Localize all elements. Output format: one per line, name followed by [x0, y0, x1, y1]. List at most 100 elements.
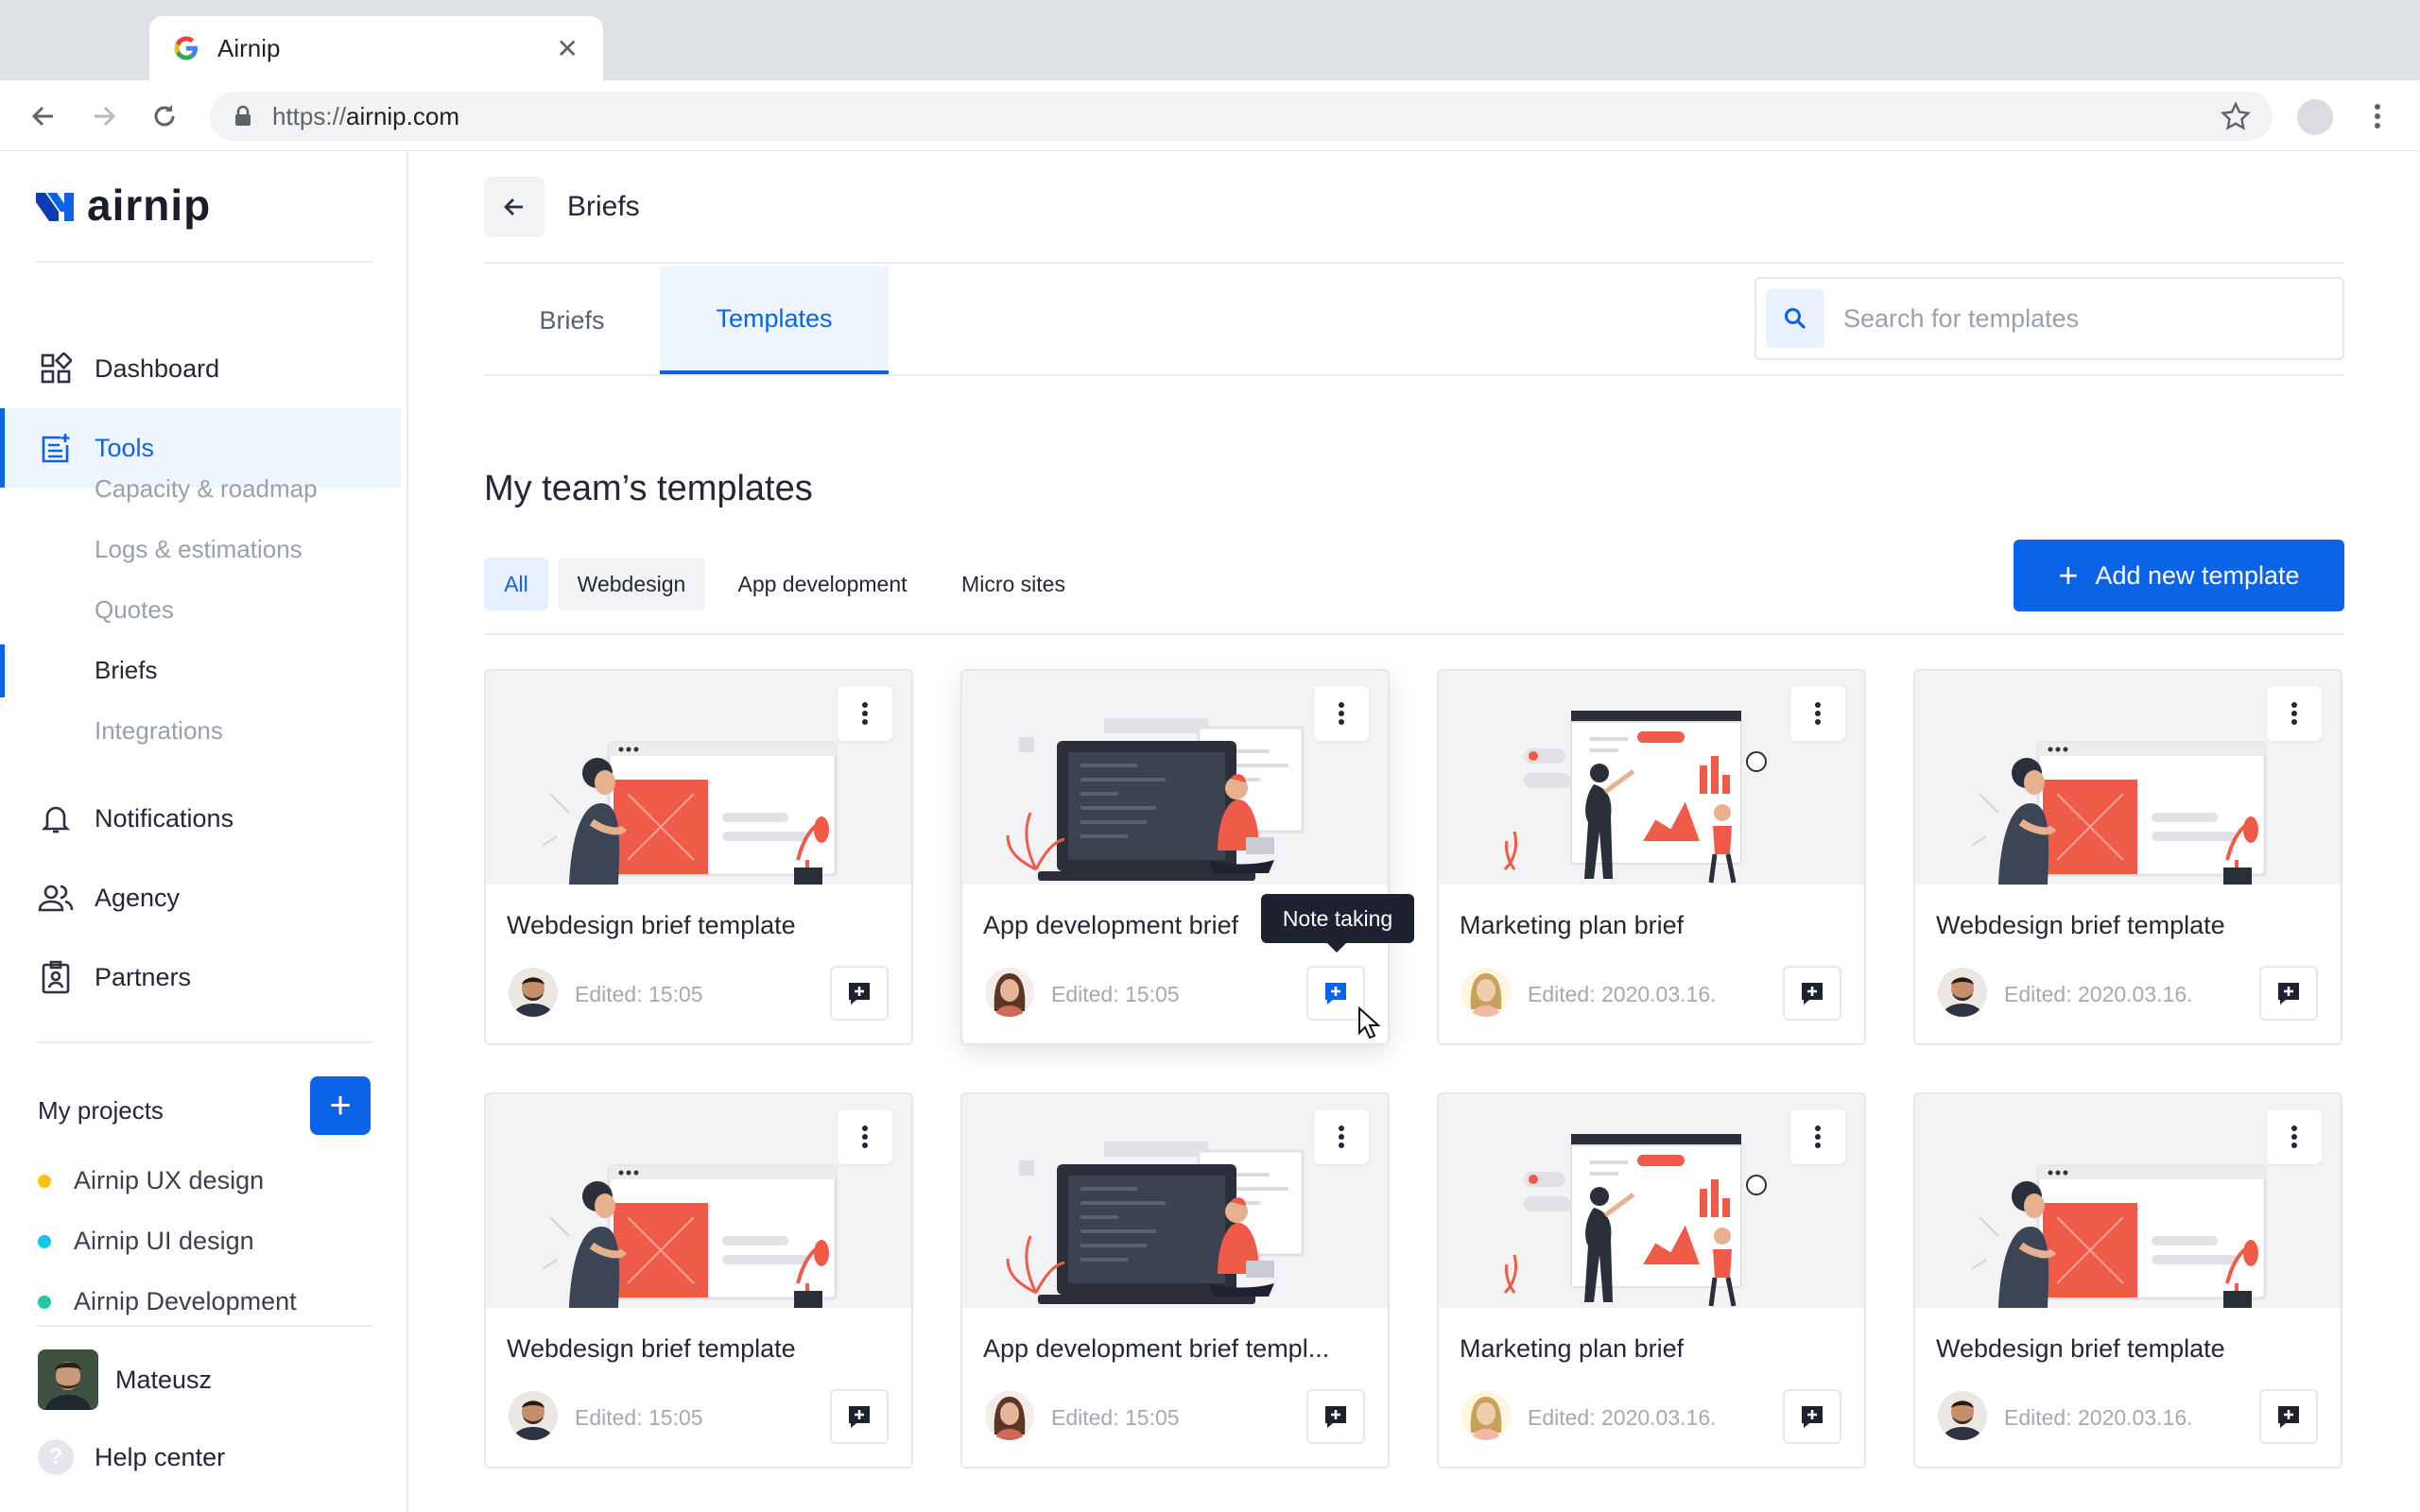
nav-label: Tools — [95, 433, 155, 462]
note-button[interactable] — [2259, 1389, 2318, 1444]
sidebar: airnip Dashboard Tools Capacity & roadma… — [0, 151, 408, 1512]
template-card[interactable]: Webdesign brief template Edited: 2020.03… — [1913, 1092, 2342, 1469]
sub-item-capacity[interactable]: Capacity & roadmap — [95, 474, 318, 504]
user-name: Mateusz — [115, 1365, 213, 1394]
add-note-icon — [1802, 1406, 1823, 1428]
tab-templates[interactable]: Templates — [660, 266, 889, 374]
edited-timestamp: Edited: 2020.03.16. — [2004, 1405, 2193, 1430]
browser-tab[interactable]: Airnip ✕ — [149, 16, 603, 80]
note-button[interactable] — [830, 966, 889, 1021]
more-vert-icon — [862, 702, 868, 725]
divider — [36, 261, 372, 263]
filter-all[interactable]: All — [484, 558, 548, 610]
user-profile[interactable]: Mateusz — [38, 1349, 212, 1410]
nav-label: Agency — [95, 883, 181, 912]
address-bar[interactable]: https://airnip.com — [210, 92, 2273, 141]
note-button[interactable] — [1783, 966, 1841, 1021]
project-item[interactable]: Airnip UI design — [38, 1227, 254, 1256]
card-menu-button[interactable] — [1790, 686, 1845, 741]
card-menu-button[interactable] — [838, 686, 892, 741]
filter-app-development[interactable]: App development — [718, 558, 926, 610]
help-label: Help center — [95, 1442, 226, 1471]
project-label: Airnip UI design — [74, 1227, 254, 1255]
close-icon[interactable]: ✕ — [557, 33, 579, 64]
section-title: My team’s templates — [484, 469, 813, 508]
logo-text: airnip — [87, 180, 212, 230]
template-title: Webdesign brief template — [1936, 911, 2225, 939]
template-card[interactable]: App development brief Edited: 15:05 — [960, 669, 1390, 1045]
card-menu-button[interactable] — [2267, 686, 2322, 741]
avatar — [1461, 1391, 1511, 1440]
note-button[interactable] — [1306, 1389, 1365, 1444]
note-button[interactable] — [1783, 1389, 1841, 1444]
search-input[interactable] — [1843, 303, 2316, 334]
sub-item-quotes[interactable]: Quotes — [95, 595, 174, 625]
template-card[interactable]: Webdesign brief template Edited: 15:05 — [484, 1092, 913, 1469]
template-card[interactable]: Marketing plan brief Edited: 2020.03.16. — [1437, 1092, 1866, 1469]
card-menu-button[interactable] — [1790, 1109, 1845, 1164]
note-button[interactable] — [830, 1389, 889, 1444]
profile-avatar[interactable] — [2297, 99, 2333, 135]
project-color-dot — [38, 1234, 51, 1248]
back-arrow-icon[interactable] — [23, 95, 64, 137]
card-menu-button[interactable] — [838, 1109, 892, 1164]
card-menu-button[interactable] — [1314, 686, 1369, 741]
more-vert-icon[interactable] — [2363, 97, 2392, 135]
nav-label: Notifications — [95, 803, 234, 833]
project-color-dot — [38, 1295, 51, 1309]
card-menu-button[interactable] — [2267, 1109, 2322, 1164]
sub-item-briefs[interactable]: Briefs — [95, 656, 157, 685]
card-menu-button[interactable] — [1314, 1109, 1369, 1164]
grid-icon — [38, 351, 74, 387]
logo[interactable]: airnip — [36, 180, 211, 231]
template-card[interactable]: Marketing plan brief Edited: 2020.03.16. — [1437, 669, 1866, 1045]
star-icon[interactable] — [2220, 100, 2252, 132]
airnip-logo-icon — [36, 193, 74, 221]
search-box[interactable] — [1754, 277, 2344, 360]
lock-icon — [235, 105, 251, 126]
filter-micro-sites[interactable]: Micro sites — [942, 558, 1085, 610]
template-card[interactable]: Webdesign brief template Edited: 15:05 — [484, 669, 913, 1045]
badge-icon — [38, 959, 74, 995]
project-item[interactable]: Airnip UX design — [38, 1166, 264, 1195]
template-title: Webdesign brief template — [1936, 1334, 2225, 1363]
filter-webdesign[interactable]: Webdesign — [558, 558, 705, 610]
nav-dashboard[interactable]: Dashboard — [0, 329, 401, 408]
tools-icon — [38, 430, 74, 466]
add-note-icon — [2278, 983, 2299, 1005]
note-button[interactable] — [2259, 966, 2318, 1021]
reload-icon[interactable] — [144, 95, 185, 137]
tab-briefs[interactable]: Briefs — [484, 266, 660, 374]
help-center-link[interactable]: ? Help center — [38, 1439, 225, 1475]
bell-icon — [38, 800, 74, 836]
nav-notifications[interactable]: Notifications — [0, 779, 401, 858]
project-item[interactable]: Airnip Development — [38, 1287, 297, 1316]
sub-item-logs[interactable]: Logs & estimations — [95, 535, 302, 564]
avatar — [509, 968, 558, 1017]
back-arrow-icon — [504, 198, 523, 215]
projects-heading: My projects — [38, 1096, 164, 1125]
help-icon: ? — [38, 1439, 74, 1475]
edited-timestamp: Edited: 15:05 — [1051, 1405, 1180, 1430]
back-button[interactable] — [484, 177, 544, 237]
add-new-template-button[interactable]: + Add new template — [2014, 540, 2344, 611]
forward-arrow-icon[interactable] — [83, 95, 125, 137]
avatar — [509, 1391, 558, 1440]
sub-item-integrations[interactable]: Integrations — [95, 716, 223, 746]
mouse-cursor-icon — [1358, 1006, 1381, 1040]
add-note-icon — [1325, 983, 1346, 1005]
google-icon — [174, 36, 198, 60]
template-card[interactable]: Webdesign brief template Edited: 2020.03… — [1913, 669, 2342, 1045]
template-title: Marketing plan brief — [1460, 1334, 1685, 1363]
nav-agency[interactable]: Agency — [0, 858, 401, 937]
add-note-icon — [1325, 1406, 1346, 1428]
avatar — [985, 968, 1034, 1017]
template-title: Webdesign brief template — [507, 1334, 796, 1363]
template-card[interactable]: App development brief templ... Edited: 1… — [960, 1092, 1390, 1469]
nav-partners[interactable]: Partners — [0, 937, 401, 1017]
project-label: Airnip Development — [74, 1287, 297, 1315]
template-title: Webdesign brief template — [507, 911, 796, 939]
add-project-button[interactable]: + — [310, 1076, 371, 1135]
avatar — [1938, 1391, 1987, 1440]
template-title: App development brief templ... — [983, 1334, 1330, 1363]
